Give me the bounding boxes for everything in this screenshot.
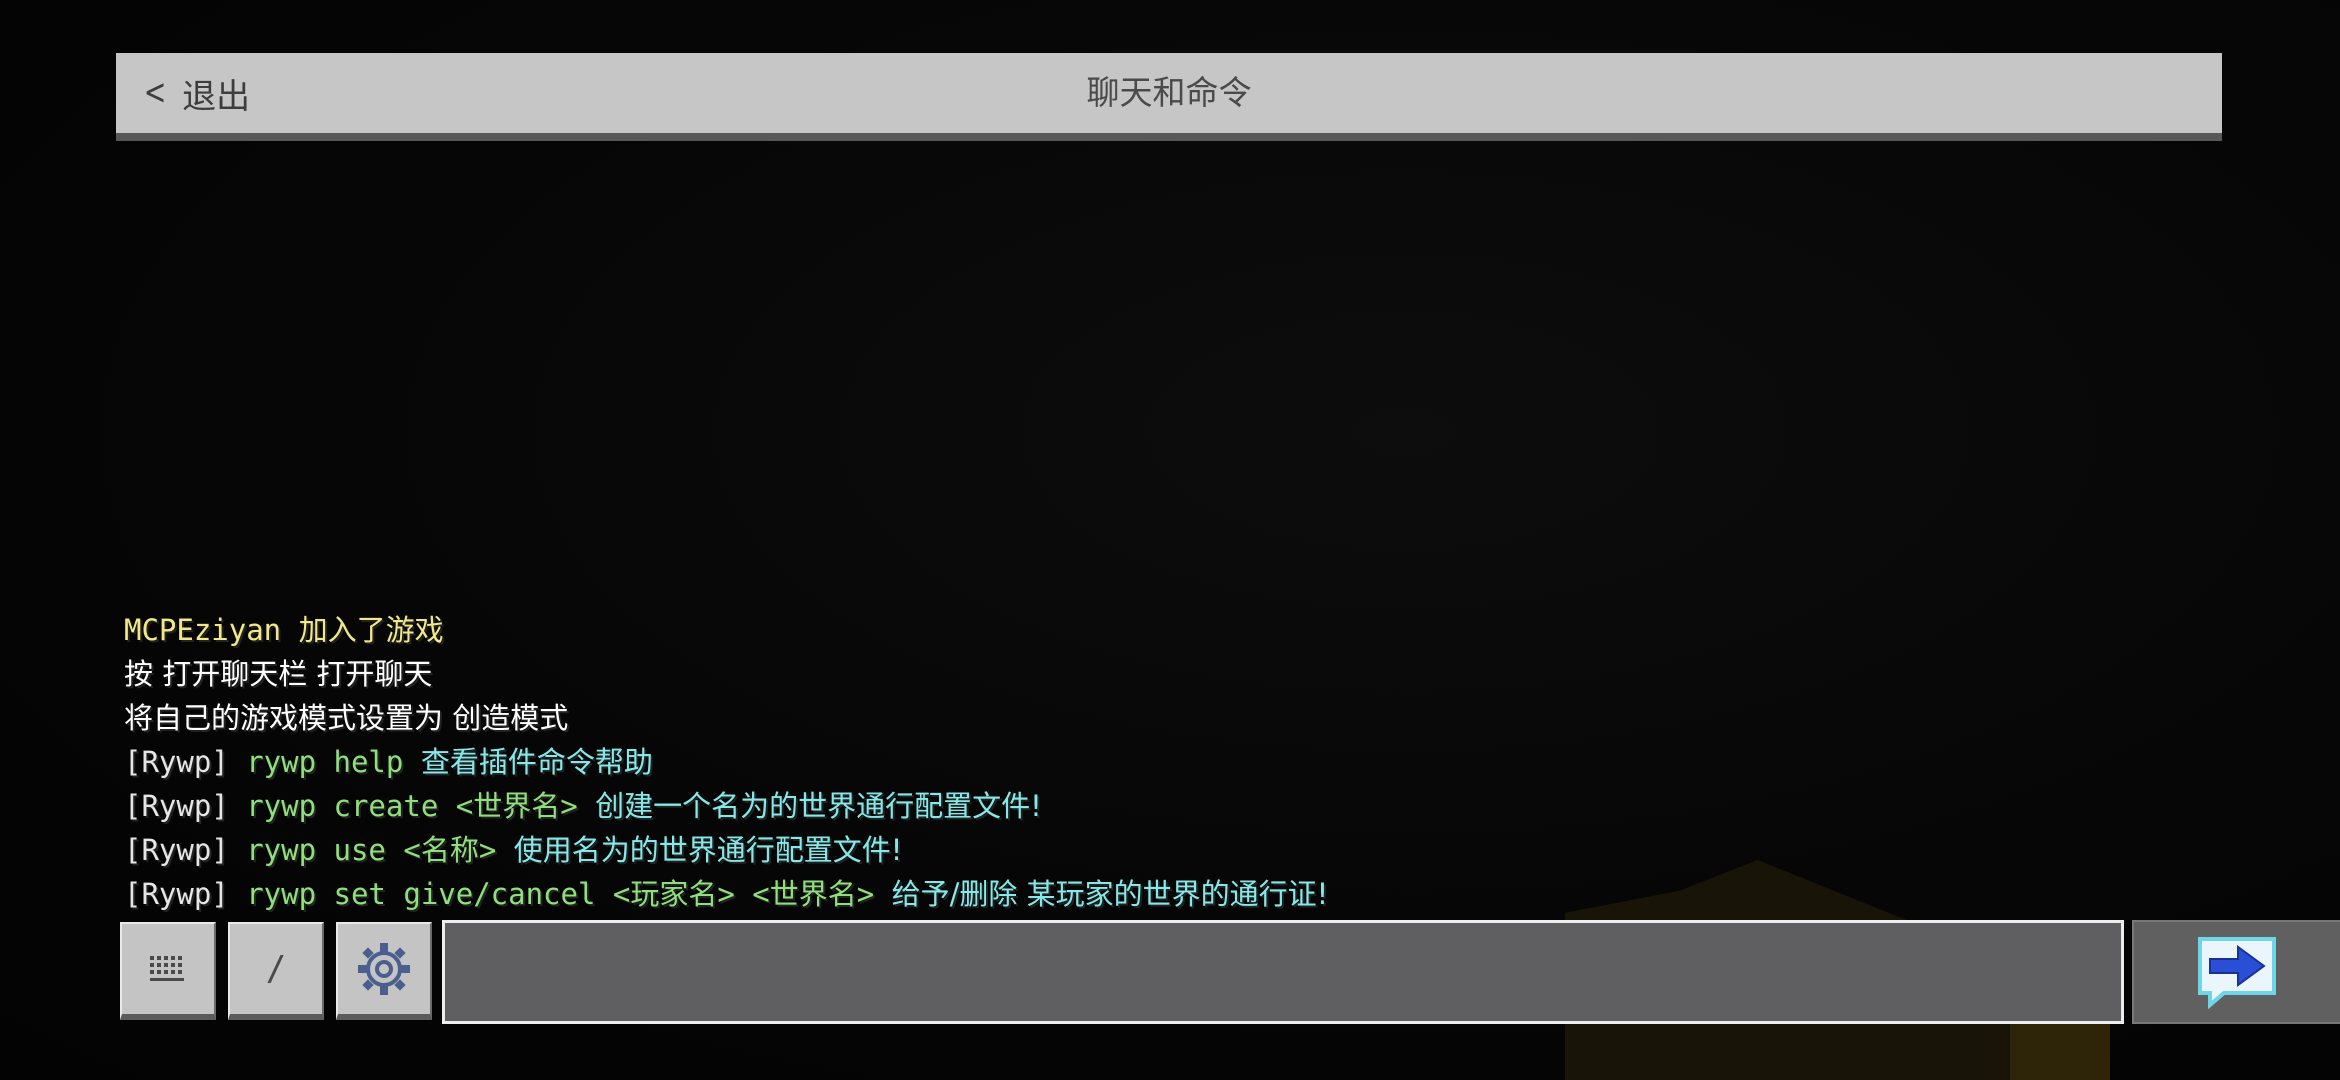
chat-message: 按 打开聊天栏 打开聊天	[124, 652, 2124, 696]
chat-input-bar: /	[120, 920, 2340, 1024]
chat-message: [Rywp] rywp set give/cancel <玩家名> <世界名> …	[124, 872, 2124, 916]
chat-message: [Rywp] rywp create <世界名> 创建一个名为的世界通行配置文件…	[124, 784, 2124, 828]
send-arrow-icon	[2198, 937, 2276, 1009]
chat-message: MCPEziyan 加入了游戏	[124, 608, 2124, 652]
chat-message-segment: rywp help	[246, 745, 421, 779]
chat-message-segment: 加入了游戏	[298, 613, 444, 647]
chat-header: < 退出 聊天和命令	[116, 53, 2222, 141]
chat-message-segment: [Rywp]	[124, 789, 247, 823]
chat-message-segment: 查看插件命令帮助	[420, 745, 653, 779]
slash-label: /	[265, 949, 287, 989]
chat-message-segment: rywp use <名称>	[246, 833, 514, 867]
chat-message-segment: rywp create <世界名>	[246, 789, 596, 823]
send-button[interactable]	[2132, 920, 2340, 1024]
chat-message-segment: 创建一个名为的世界通行配置文件!	[595, 789, 1042, 823]
gear-icon	[358, 943, 410, 995]
chat-message-segment: 使用名为的世界通行配置文件!	[513, 833, 903, 867]
keyboard-icon	[150, 956, 184, 981]
chat-settings-button[interactable]	[336, 922, 432, 1020]
chat-message-segment: rywp set give/cancel <玩家名> <世界名>	[246, 877, 892, 911]
chat-input[interactable]	[442, 920, 2124, 1024]
chat-message-segment: MCPEziyan	[124, 613, 299, 647]
chat-message: [Rywp] rywp help 查看插件命令帮助	[124, 740, 2124, 784]
chat-message: [Rywp] rywp use <名称> 使用名为的世界通行配置文件!	[124, 828, 2124, 872]
chat-message-segment: 按 打开聊天栏 打开聊天	[124, 657, 433, 691]
page-title: 聊天和命令	[1086, 73, 1252, 112]
chat-message-segment: [Rywp]	[124, 745, 247, 779]
keyboard-button[interactable]	[120, 922, 216, 1020]
chat-message-segment: 将自己的游戏模式设置为 创造模式	[124, 701, 569, 735]
chat-message: 将自己的游戏模式设置为 创造模式	[124, 696, 2124, 740]
chat-message-segment: [Rywp]	[124, 877, 247, 911]
chat-log: MCPEziyan 加入了游戏按 打开聊天栏 打开聊天将自己的游戏模式设置为 创…	[124, 608, 2124, 916]
chat-message-segment: 给予/删除 某玩家的世界的通行证!	[891, 877, 1329, 911]
game-screen: < 退出 聊天和命令 MCPEziyan 加入了游戏按 打开聊天栏 打开聊天将自…	[0, 0, 2340, 1080]
chat-message-segment: [Rywp]	[124, 833, 247, 867]
slash-command-button[interactable]: /	[228, 922, 324, 1020]
